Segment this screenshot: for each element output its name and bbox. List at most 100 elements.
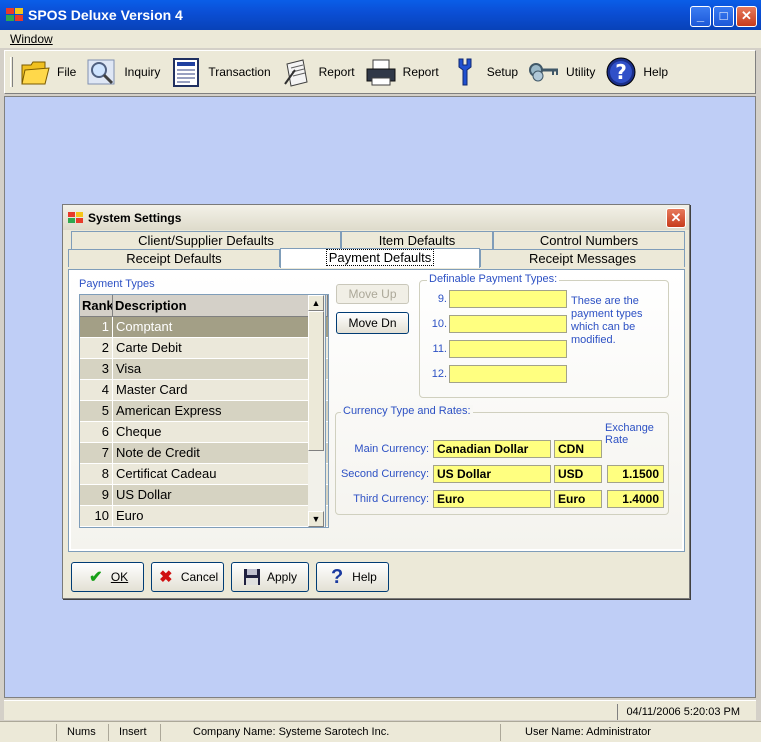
definable-number-label: 12. <box>431 368 447 380</box>
table-row[interactable]: 10 Euro <box>80 506 328 527</box>
floppy-disk-icon <box>243 568 261 586</box>
rank-cell: 9 <box>80 485 113 505</box>
maximize-button[interactable]: □ <box>713 6 734 27</box>
definable-number-label: 10. <box>431 318 447 330</box>
dialog-close-button[interactable]: ✕ <box>666 208 686 228</box>
description-cell: Euro <box>116 508 144 523</box>
cancel-button[interactable]: ✖ Cancel <box>151 562 224 592</box>
table-row[interactable]: 5 American Express <box>80 401 328 422</box>
help-button[interactable]: ? Help <box>316 562 389 592</box>
table-row[interactable]: 3 Visa <box>80 359 328 380</box>
description-cell: Note de Credit <box>116 445 200 460</box>
tab-receipt-messages[interactable]: Receipt Messages <box>480 249 685 267</box>
exchange-rate-input[interactable]: 1.4000 <box>607 490 664 508</box>
rank-cell: 10 <box>80 506 113 526</box>
status-bar-top: 04/11/2006 5:20:03 PM <box>4 700 756 720</box>
currency-code-input[interactable]: Euro <box>554 490 602 508</box>
status-bar-bottom: Nums Insert Company Name: Systeme Sarote… <box>0 721 761 742</box>
dialog-app-icon <box>68 211 84 224</box>
scroll-thumb[interactable] <box>308 311 324 451</box>
rank-cell: 3 <box>80 359 113 379</box>
keys-icon <box>528 56 560 88</box>
table-row[interactable]: 2 Carte Debit <box>80 338 328 359</box>
toolbar-file-label: File <box>57 65 77 79</box>
ok-button[interactable]: ✔ OK <box>71 562 144 592</box>
checkmark-icon: ✔ <box>89 569 103 586</box>
grid-vertical-scrollbar[interactable]: ▲ ▼ <box>308 294 326 528</box>
table-row[interactable]: 1 Comptant <box>80 317 328 338</box>
exchange-rate-input[interactable]: 1.1500 <box>607 465 664 483</box>
grid-header: Rank Description <box>80 295 328 317</box>
toolbar-file-button[interactable]: File <box>19 56 76 88</box>
definable-payment-type-input[interactable] <box>449 365 567 383</box>
tab-receipt-defaults[interactable]: Receipt Defaults <box>68 249 280 267</box>
currency-label: Main Currency: <box>354 443 429 455</box>
document-icon <box>170 56 202 88</box>
dialog-title: System Settings <box>88 210 182 225</box>
definable-payment-type-input[interactable] <box>449 340 567 358</box>
menu-window[interactable]: Window <box>10 32 53 46</box>
currency-code-input[interactable]: CDN <box>554 440 602 458</box>
currency-name-input[interactable]: Canadian Dollar <box>433 440 551 458</box>
table-row[interactable]: 7 Note de Credit <box>80 443 328 464</box>
toolbar-inquiry-button[interactable]: Inquiry <box>86 56 160 88</box>
description-cell: Carte Debit <box>116 340 182 355</box>
status-company: Company Name: Systeme Sarotech Inc. <box>160 724 510 741</box>
status-nums: Nums <box>56 724 116 741</box>
rank-cell: 7 <box>80 443 113 463</box>
currency-name-input[interactable]: Euro <box>433 490 551 508</box>
toolbar-utility-button[interactable]: Utility <box>528 56 595 88</box>
move-up-button[interactable]: Move Up <box>336 284 409 304</box>
report-pen-icon <box>281 56 313 88</box>
toolbar-report-label: Report <box>318 65 355 79</box>
toolbar: File Inquiry Transaction Report Report S… <box>4 50 756 94</box>
currency-name-input[interactable]: US Dollar <box>433 465 551 483</box>
toolbar-transaction-label: Transaction <box>208 65 271 79</box>
rank-cell: 5 <box>80 401 113 421</box>
exchange-rate-label: Exchange Rate <box>605 422 654 446</box>
minimize-button[interactable]: _ <box>690 6 711 27</box>
close-button[interactable]: ✕ <box>736 6 757 27</box>
definable-payment-type-input[interactable] <box>449 315 567 333</box>
description-cell: Cheque <box>116 424 162 439</box>
currency-code-input[interactable]: USD <box>554 465 602 483</box>
definable-payment-type-input[interactable] <box>449 290 567 308</box>
description-cell: Certificat Cadeau <box>116 466 217 481</box>
move-down-button[interactable]: Move Dn <box>336 312 409 334</box>
table-row[interactable]: 8 Certificat Cadeau <box>80 464 328 485</box>
table-row[interactable]: 4 Master Card <box>80 380 328 401</box>
definable-number-label: 9. <box>437 293 447 305</box>
table-row[interactable]: 9 US Dollar <box>80 485 328 506</box>
window-title: SPOS Deluxe Version 4 <box>28 7 183 23</box>
tab-payment-defaults[interactable]: Payment Defaults <box>280 248 480 268</box>
rank-cell: 4 <box>80 380 113 400</box>
tab-control-numbers[interactable]: Control Numbers <box>493 231 685 249</box>
toolbar-transaction-button[interactable]: Transaction <box>170 56 271 88</box>
description-cell: American Express <box>116 403 222 418</box>
tab-item-defaults[interactable]: Item Defaults <box>341 231 493 249</box>
help-label: Help <box>352 570 377 584</box>
scroll-down-arrow-icon[interactable]: ▼ <box>308 511 324 527</box>
definable-note: These are the payment types which can be… <box>571 295 643 346</box>
toolbar-report-edit-button[interactable]: Report <box>281 56 355 88</box>
dialog-title-bar: System Settings <box>63 205 689 230</box>
toolbar-setup-button[interactable]: Setup <box>449 56 518 88</box>
apply-label: Apply <box>266 570 298 584</box>
rank-cell: 1 <box>80 317 113 337</box>
payment-types-grid[interactable]: Rank Description 1 Comptant 2 Carte Debit 3 V… <box>79 294 329 528</box>
tab-client-supplier-defaults[interactable]: Client/Supplier Defaults <box>71 231 341 249</box>
toolbar-utility-label: Utility <box>566 65 596 79</box>
scroll-up-arrow-icon[interactable]: ▲ <box>308 295 324 311</box>
rank-cell: 2 <box>80 338 113 358</box>
payment-defaults-panel: Payment Types Rank Description 1 Comptant… <box>68 269 685 552</box>
definable-number-label: 11. <box>432 343 447 355</box>
toolbar-report-print-button[interactable]: Report <box>365 56 439 88</box>
table-row[interactable]: 6 Cheque <box>80 422 328 443</box>
description-column-header[interactable]: Description <box>113 295 328 316</box>
description-cell: US Dollar <box>116 487 172 502</box>
apply-button[interactable]: Apply <box>231 562 309 592</box>
toolbar-help-button[interactable]: ? Help <box>605 56 668 88</box>
toolbar-setup-label: Setup <box>486 65 519 79</box>
rank-column-header[interactable]: Rank <box>80 295 113 316</box>
title-bar: SPOS Deluxe Version 4 _ □ ✕ <box>0 0 761 30</box>
